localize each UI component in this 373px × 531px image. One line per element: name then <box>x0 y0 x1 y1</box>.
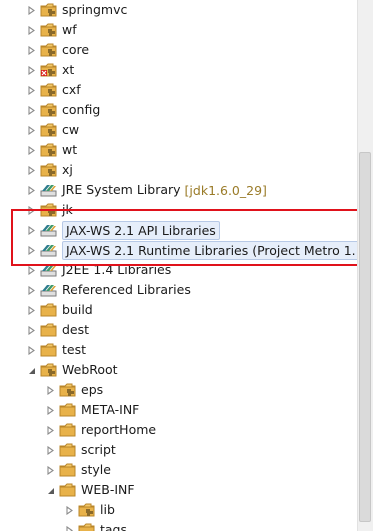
collapsed-arrow-icon[interactable] <box>26 320 37 340</box>
package-folder-icon <box>40 42 58 58</box>
tree-item-label: JRE System Library <box>62 182 181 197</box>
tree-item-label: cxf <box>62 82 81 97</box>
tree-item[interactable]: dest <box>26 320 89 340</box>
collapsed-arrow-icon[interactable] <box>45 460 56 480</box>
tree-item[interactable]: springmvc <box>26 0 127 20</box>
tree-item[interactable]: Referenced Libraries <box>26 280 191 300</box>
tree-item-label: lib <box>100 502 115 517</box>
package-folder-icon <box>40 142 58 158</box>
package-folder-icon <box>78 502 96 518</box>
collapsed-arrow-icon[interactable] <box>26 120 37 140</box>
expanded-arrow-icon[interactable] <box>45 480 56 500</box>
collapsed-arrow-icon[interactable] <box>26 40 37 60</box>
tree-item-label: style <box>81 462 111 477</box>
tree-item[interactable]: core <box>26 40 89 60</box>
tree-item-label: tags <box>100 522 128 531</box>
tree-item-label: META-INF <box>81 402 140 417</box>
package-folder-icon <box>40 102 58 118</box>
tree-item[interactable]: wf <box>26 20 77 40</box>
tree-item[interactable]: eps <box>45 380 103 400</box>
library-icon <box>40 282 58 298</box>
tree-item-label: xt <box>62 62 75 77</box>
collapsed-arrow-icon[interactable] <box>26 100 37 120</box>
folder-icon <box>40 322 58 338</box>
collapsed-arrow-icon[interactable] <box>26 20 37 40</box>
package-folder-icon <box>40 362 58 378</box>
package-folder-icon <box>40 122 58 138</box>
tree-item-label: build <box>62 302 93 317</box>
folder-icon <box>59 442 77 458</box>
tree-item-label: core <box>62 42 90 57</box>
tree-item[interactable]: cxf <box>26 80 81 100</box>
folder-icon <box>78 522 96 531</box>
tree-item[interactable]: tags <box>64 520 127 531</box>
collapsed-arrow-icon[interactable] <box>26 80 37 100</box>
collapsed-arrow-icon[interactable] <box>26 60 37 80</box>
tree-item-decoration: [jdk1.6.0_29] <box>184 182 267 198</box>
tree-item[interactable]: JRE System Library [jdk1.6.0_29] <box>26 180 267 200</box>
collapsed-arrow-icon[interactable] <box>26 340 37 360</box>
library-icon <box>40 182 58 198</box>
tree-item-label: script <box>81 442 116 457</box>
tree-item[interactable]: config <box>26 100 100 120</box>
tree-item-label: wt <box>62 142 78 157</box>
folder-icon <box>59 422 77 438</box>
tree-item-label: wf <box>62 22 77 37</box>
collapsed-arrow-icon[interactable] <box>45 400 56 420</box>
tree-item[interactable]: test <box>26 340 86 360</box>
tree-item[interactable]: META-INF <box>45 400 139 420</box>
folder-icon <box>59 482 77 498</box>
collapsed-arrow-icon[interactable] <box>45 440 56 460</box>
folder-icon <box>59 402 77 418</box>
tree-item[interactable]: WebRoot <box>26 360 118 380</box>
collapsed-arrow-icon[interactable] <box>26 160 37 180</box>
package-folder-icon <box>40 82 58 98</box>
tree-item[interactable]: lib <box>64 500 115 520</box>
expanded-arrow-icon[interactable] <box>26 360 37 380</box>
tree-item[interactable]: build <box>26 300 93 320</box>
tree-item[interactable]: WEB-INF <box>45 480 135 500</box>
package-folder-error-icon <box>40 62 58 78</box>
scrollbar-thumb[interactable] <box>359 152 371 522</box>
tree-item[interactable]: style <box>45 460 111 480</box>
tree-item[interactable]: xj <box>26 160 73 180</box>
collapsed-arrow-icon[interactable] <box>26 300 37 320</box>
tree-item-label: springmvc <box>62 2 128 17</box>
red-highlight-annotation <box>11 209 361 266</box>
collapsed-arrow-icon[interactable] <box>64 500 75 520</box>
collapsed-arrow-icon[interactable] <box>26 0 37 20</box>
tree-item-label: cw <box>62 122 80 137</box>
tree-item-label: Referenced Libraries <box>62 282 191 297</box>
collapsed-arrow-icon[interactable] <box>26 140 37 160</box>
tree-item-label: dest <box>62 322 90 337</box>
collapsed-arrow-icon[interactable] <box>45 420 56 440</box>
collapsed-arrow-icon[interactable] <box>26 280 37 300</box>
tree-item[interactable]: xt <box>26 60 74 80</box>
tree-item-label: WEB-INF <box>81 482 135 497</box>
collapsed-arrow-icon[interactable] <box>26 180 37 200</box>
collapsed-arrow-icon[interactable] <box>45 380 56 400</box>
collapsed-arrow-icon[interactable] <box>64 520 75 531</box>
tree-item-label: config <box>62 102 101 117</box>
tree-item-label: test <box>62 342 87 357</box>
package-folder-icon <box>40 2 58 18</box>
tree-item[interactable]: wt <box>26 140 77 160</box>
folder-icon <box>40 342 58 358</box>
tree-item-label: reportHome <box>81 422 157 437</box>
package-folder-icon <box>40 162 58 178</box>
folder-icon <box>40 302 58 318</box>
tree-item-label: WebRoot <box>62 362 118 377</box>
package-folder-icon <box>59 382 77 398</box>
vertical-scrollbar[interactable] <box>357 0 373 531</box>
package-folder-icon <box>40 22 58 38</box>
folder-icon <box>59 462 77 478</box>
tree-item-label: xj <box>62 162 73 177</box>
tree-item[interactable]: cw <box>26 120 79 140</box>
tree-item-label: eps <box>81 382 104 397</box>
tree-item[interactable]: script <box>45 440 116 460</box>
tree-item[interactable]: reportHome <box>45 420 156 440</box>
